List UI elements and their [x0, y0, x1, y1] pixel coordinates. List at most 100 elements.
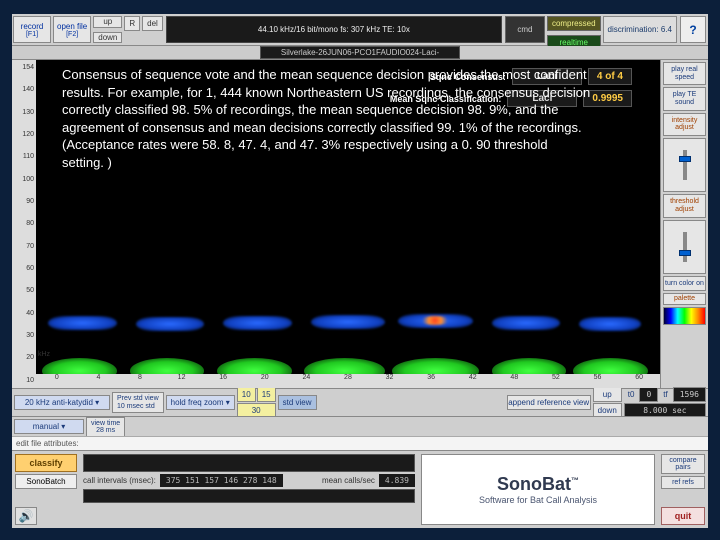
y-tick: 70	[14, 243, 34, 250]
intensity-label: intensity adjust	[663, 113, 706, 136]
filename-row: Silverlake-26JUN06-PCO1FAUDIO024-Laci-	[12, 46, 708, 60]
ref-refs-button[interactable]: ref refs	[661, 476, 705, 489]
record-key: [F1]	[26, 31, 38, 38]
time-tick: 42	[452, 374, 494, 388]
y-tick: 60	[14, 265, 34, 272]
palette-bar[interactable]	[663, 307, 706, 325]
time-tick: 48	[494, 374, 536, 388]
brand-logo-icon	[430, 463, 464, 497]
y-tick: 120	[14, 131, 34, 138]
open-label: open file	[57, 22, 87, 31]
viewtime-label: view time	[91, 420, 120, 427]
record-label: record	[21, 22, 44, 31]
view-time-control[interactable]: view time 28 ms	[86, 417, 125, 437]
controls-bar: 20 kHz anti-katydid ▾ Prev std view 10 m…	[12, 388, 708, 416]
open-key: [F2]	[66, 31, 78, 38]
r-button[interactable]: R	[124, 16, 140, 31]
footer-scroll[interactable]	[83, 454, 415, 472]
main-area: 154140130120110100908070605040302010 kHz…	[12, 60, 708, 388]
tf-label: tf	[659, 388, 671, 401]
brand-tm: ™	[571, 476, 579, 485]
quit-button[interactable]: quit	[661, 507, 705, 525]
time-tick: 36	[410, 374, 452, 388]
top-toolbar: record [F1] open file [F2] up down R del…	[12, 14, 708, 46]
spectrogram-calls	[36, 292, 660, 352]
view-10-button[interactable]: 10	[237, 387, 256, 402]
time-tick: 12	[161, 374, 203, 388]
right-panel: play real speed play TE sound intensity …	[660, 60, 708, 388]
y-tick: 154	[14, 64, 34, 71]
cmd-chip[interactable]: cmd	[505, 16, 545, 43]
y-tick: 100	[14, 176, 34, 183]
time-axis: msec 048121620242832364248525660	[36, 374, 660, 388]
footer-left: classify SonoBatch 🔊	[12, 451, 80, 528]
time-tick: 0	[36, 374, 78, 388]
edit-attributes-row[interactable]: edit file attributes:	[12, 436, 708, 450]
brand-name-text: SonoBat	[497, 474, 571, 494]
threshold-slider[interactable]	[663, 220, 706, 274]
brand-name: SonoBat™	[497, 474, 579, 495]
threshold-label: threshold adjust	[663, 194, 706, 217]
call-intervals-label: call intervals (msec):	[83, 476, 156, 485]
y-tick: 130	[14, 109, 34, 116]
view-15-button[interactable]: 15	[257, 387, 276, 402]
footer-right: compare pairs ref refs quit	[658, 451, 708, 528]
classify-button[interactable]: classify	[15, 454, 77, 472]
mean-calls-value: 4.839	[379, 474, 415, 487]
time-tick: 8	[119, 374, 161, 388]
prev-std-button[interactable]: Prev std view 10 msec std	[112, 392, 164, 413]
controls-bar-2: manual ▾ view time 28 ms	[12, 416, 708, 436]
filename-display: Silverlake-26JUN06-PCO1FAUDIO024-Laci-	[260, 46, 460, 59]
compressed-chip[interactable]: compressed	[547, 16, 601, 31]
time-tick: 32	[369, 374, 411, 388]
time-tick: 28	[327, 374, 369, 388]
time-tick: 56	[577, 374, 619, 388]
open-file-button[interactable]: open file [F2]	[53, 16, 91, 43]
time-tick: 52	[535, 374, 577, 388]
y-tick: 90	[14, 198, 34, 205]
khz-label: kHz	[38, 351, 50, 358]
edit-attributes-label: edit file attributes:	[16, 439, 79, 448]
sonobatch-button[interactable]: SonoBatch	[15, 474, 77, 489]
hold-freq-select[interactable]: hold freq zoom ▾	[166, 395, 235, 410]
footer-track[interactable]	[83, 489, 415, 503]
mean-calls-label: mean calls/sec	[322, 476, 375, 485]
del-button[interactable]: del	[142, 16, 163, 31]
compare-pairs-button[interactable]: compare pairs	[661, 454, 705, 474]
brand-tagline: Software for Bat Call Analysis	[479, 495, 597, 505]
spectrogram[interactable]: kHz Sqnc Consensus: Laci 4 of 4 Mean Sqn…	[36, 60, 660, 388]
record-button[interactable]: record [F1]	[13, 16, 51, 43]
std-view-button[interactable]: std view	[278, 395, 317, 410]
t0-value[interactable]: 0	[639, 387, 658, 402]
speaker-icon[interactable]: 🔊	[15, 507, 37, 525]
palette-label: palette	[663, 293, 706, 305]
viewtime-value: 28 ms	[96, 427, 115, 434]
time-tick: 16	[202, 374, 244, 388]
time-tick: 60	[618, 374, 660, 388]
y-tick: 50	[14, 287, 34, 294]
consensus-count-1: 4 of 4	[588, 68, 632, 85]
append-ref-button[interactable]: append reference view	[507, 395, 591, 410]
intensity-slider[interactable]	[663, 138, 706, 192]
time-tick: 4	[78, 374, 120, 388]
turn-color-button[interactable]: turn color on	[663, 276, 706, 292]
manual-select[interactable]: manual ▾	[14, 419, 84, 434]
nav-up-button[interactable]: up	[593, 387, 622, 402]
antikatydid-select[interactable]: 20 kHz anti-katydid ▾	[14, 395, 110, 410]
y-tick: 80	[14, 220, 34, 227]
prev-std-label: Prev std view	[117, 395, 159, 403]
y-axis: 154140130120110100908070605040302010	[12, 60, 36, 388]
discrimination-readout: discrimination: 6.4	[603, 16, 677, 43]
footer-mid: call intervals (msec): 375 151 157 146 2…	[80, 451, 418, 528]
overlay-help-text: Consensus of sequence vote and the mean …	[62, 66, 592, 171]
play-real-button[interactable]: play real speed	[663, 62, 706, 85]
up-button[interactable]: up	[93, 16, 122, 28]
tf-value[interactable]: 1596	[673, 387, 706, 402]
play-te-button[interactable]: play TE sound	[663, 87, 706, 110]
y-tick: 140	[14, 86, 34, 93]
help-button[interactable]: ?	[680, 16, 706, 43]
down-button[interactable]: down	[93, 32, 122, 44]
y-tick: 110	[14, 153, 34, 160]
y-tick: 30	[14, 332, 34, 339]
app-window: record [F1] open file [F2] up down R del…	[12, 14, 708, 528]
